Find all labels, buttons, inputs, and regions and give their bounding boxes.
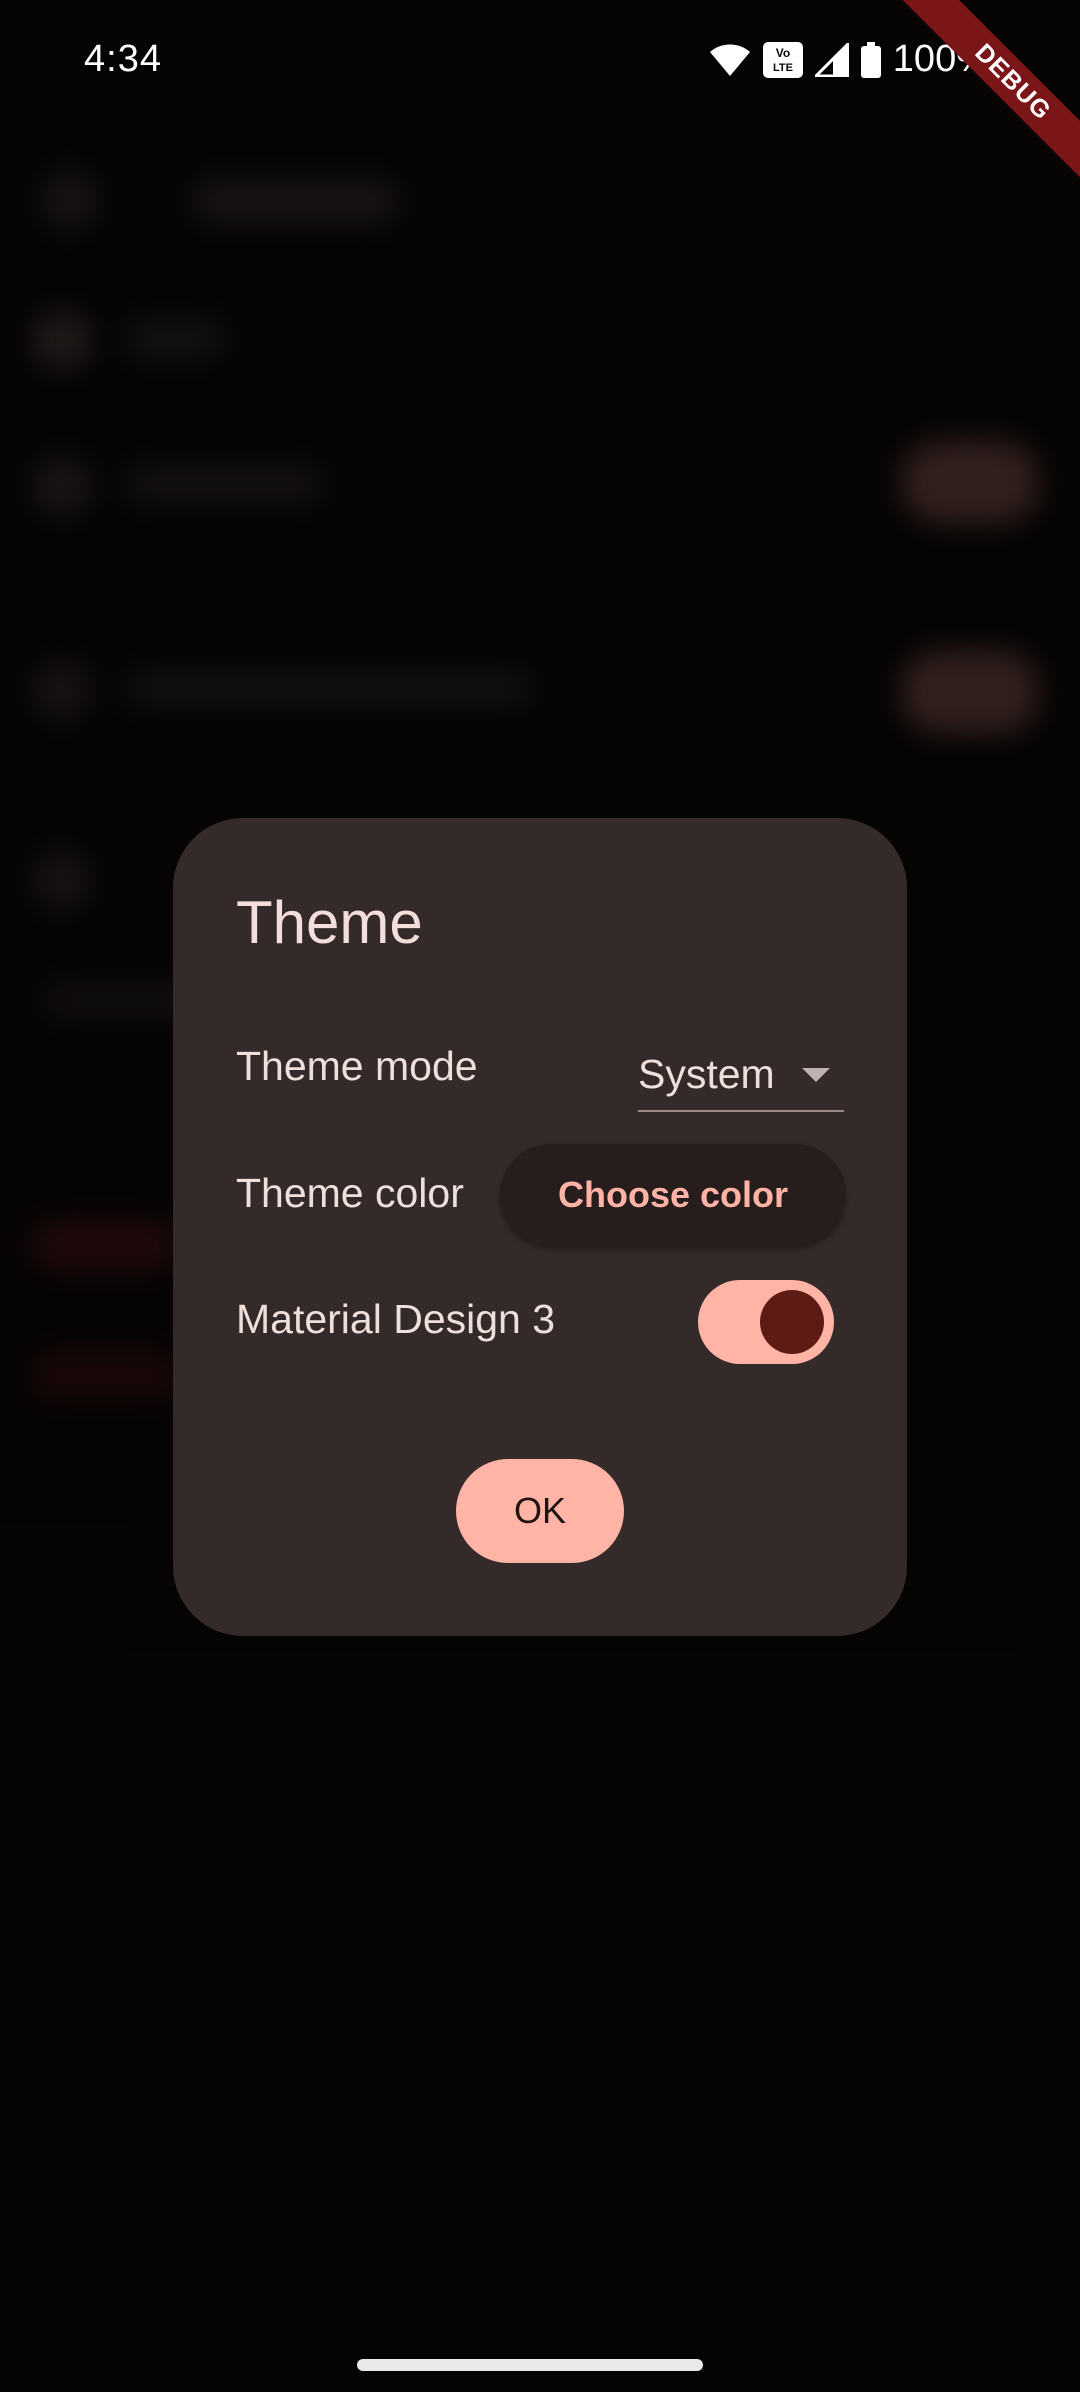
volte-icon: Vo LTE — [762, 41, 803, 78]
theme-dialog: Theme Theme mode System Theme color Choo… — [173, 818, 907, 1636]
status-time: 4:34 — [84, 38, 162, 80]
theme-mode-dropdown[interactable]: System — [638, 1038, 844, 1112]
status-bar: 4:34 Vo LTE 100% — [0, 0, 1080, 125]
svg-text:LTE: LTE — [773, 62, 793, 74]
switch-thumb — [760, 1290, 824, 1354]
wifi-icon — [709, 43, 751, 77]
dropdown-arrow-icon — [802, 1068, 830, 1087]
theme-mode-label: Theme mode — [236, 1043, 478, 1089]
theme-color-label: Theme color — [236, 1170, 464, 1216]
theme-mode-selected: System — [638, 1050, 775, 1097]
home-indicator[interactable] — [357, 2359, 703, 2371]
battery-icon — [860, 41, 881, 78]
ok-button[interactable]: OK — [456, 1459, 624, 1563]
dialog-title: Theme — [236, 889, 423, 956]
svg-text:Vo: Vo — [776, 46, 790, 60]
material-design-switch[interactable] — [698, 1280, 834, 1364]
choose-color-button[interactable]: Choose color — [500, 1144, 846, 1246]
signal-icon — [814, 42, 849, 77]
material-design-label: Material Design 3 — [236, 1296, 556, 1342]
